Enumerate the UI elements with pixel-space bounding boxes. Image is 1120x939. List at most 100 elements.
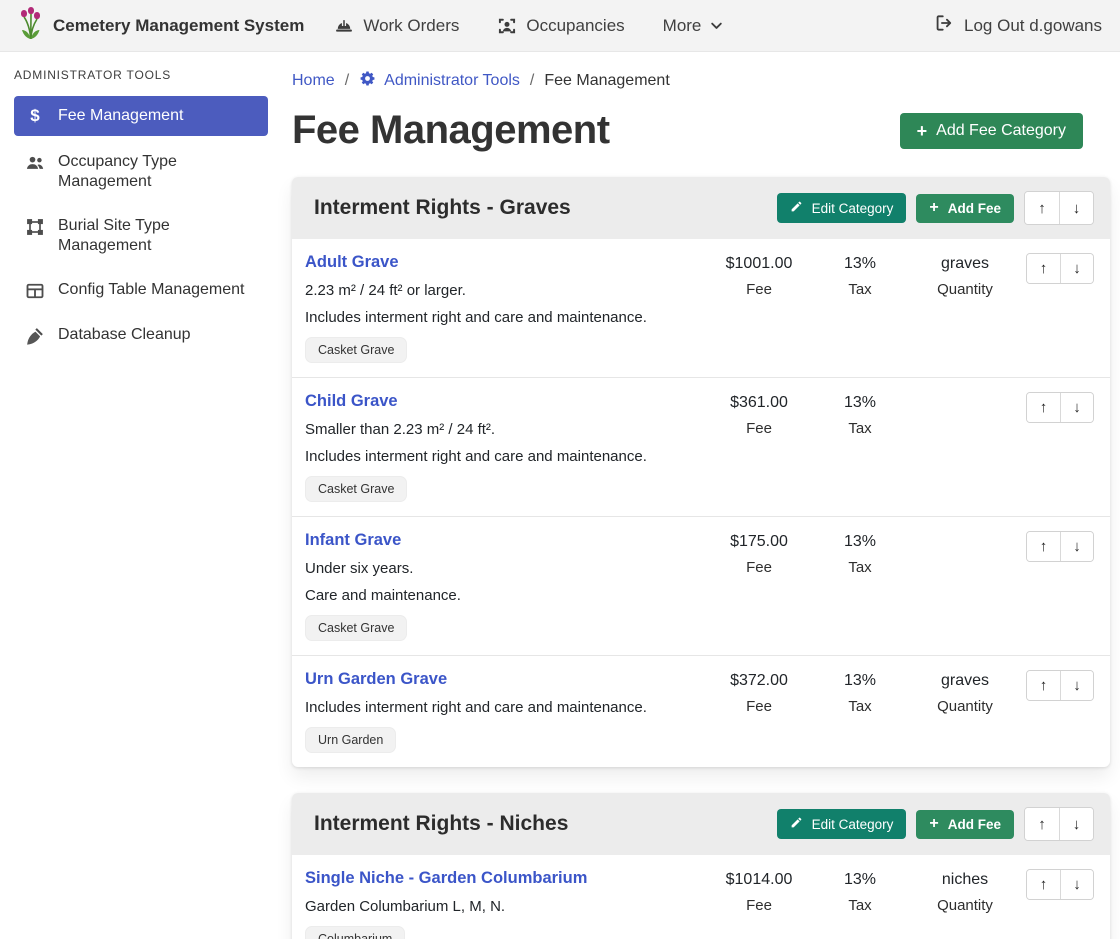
nav-item-more[interactable]: More xyxy=(663,16,724,36)
category-header: Interment Rights - Graves Edit Category … xyxy=(292,177,1110,239)
fee-amount-cell: $1001.00 Fee xyxy=(704,253,814,298)
add-fee-button[interactable]: + Add Fee xyxy=(916,194,1014,223)
breadcrumb-admin-tools-link[interactable]: Administrator Tools xyxy=(359,70,520,92)
edit-category-label: Edit Category xyxy=(812,201,894,216)
fee-amount-cell: $361.00 Fee xyxy=(704,392,814,437)
fee-row: Adult Grave 2.23 m² / 24 ft² or larger. … xyxy=(292,239,1110,377)
add-fee-button[interactable]: + Add Fee xyxy=(916,810,1014,839)
move-category-down-button[interactable]: ↓ xyxy=(1059,808,1093,840)
gear-icon xyxy=(359,70,376,92)
move-fee-down-button[interactable]: ↓ xyxy=(1060,254,1093,283)
sidebar-heading: ADMINISTRATOR TOOLS xyxy=(14,68,268,82)
sidebar-item-fee-management[interactable]: $ Fee Management xyxy=(14,96,268,136)
fee-reorder-group: ↑ ↓ xyxy=(1026,531,1094,562)
fee-amount-cell: $1014.00 Fee xyxy=(704,869,814,914)
fee-description-2: Includes interment right and care and ma… xyxy=(305,309,694,326)
logout-button[interactable]: Log Out d.gowans xyxy=(934,13,1102,38)
quantity-value: graves xyxy=(906,672,1024,690)
fee-row: Urn Garden Grave Includes interment righ… xyxy=(292,655,1110,767)
tax-value: 13% xyxy=(814,255,906,273)
move-fee-up-button[interactable]: ↑ xyxy=(1027,254,1060,283)
breadcrumb: Home / Administrator Tools / Fee Managem… xyxy=(292,70,1110,92)
category-title: Interment Rights - Graves xyxy=(314,196,767,220)
fee-name-link[interactable]: Child Grave xyxy=(305,392,398,411)
tax-cell: 13% Tax xyxy=(814,531,906,576)
fee-description-1: Includes interment right and care and ma… xyxy=(305,699,694,716)
move-fee-down-button[interactable]: ↓ xyxy=(1060,870,1093,899)
tax-cell: 13% Tax xyxy=(814,670,906,715)
move-fee-up-button[interactable]: ↑ xyxy=(1027,532,1060,561)
fee-info: Urn Garden Grave Includes interment righ… xyxy=(305,670,704,753)
fee-amount-value: $372.00 xyxy=(704,672,814,690)
tax-label: Tax xyxy=(814,698,906,715)
move-fee-up-button[interactable]: ↑ xyxy=(1027,870,1060,899)
edit-category-button[interactable]: Edit Category xyxy=(777,809,907,839)
fee-reorder-group: ↑ ↓ xyxy=(1026,253,1094,284)
fee-description-1: Garden Columbarium L, M, N. xyxy=(305,898,694,915)
move-fee-down-button[interactable]: ↓ xyxy=(1060,671,1093,700)
fee-amount-label: Fee xyxy=(704,559,814,576)
tax-label: Tax xyxy=(814,281,906,298)
move-category-down-button[interactable]: ↓ xyxy=(1059,192,1093,224)
quantity-cell: graves Quantity xyxy=(906,670,1024,715)
fee-description-1: Smaller than 2.23 m² / 24 ft². xyxy=(305,421,694,438)
sidebar-item-label: Burial Site Type Management xyxy=(58,216,258,256)
fee-tag-badge: Urn Garden xyxy=(305,727,396,753)
move-fee-down-button[interactable]: ↓ xyxy=(1060,532,1093,561)
category-reorder-group: ↑ ↓ xyxy=(1024,807,1094,841)
nav-item-occupancies[interactable]: Occupancies xyxy=(497,16,624,36)
nav-item-work-orders[interactable]: Work Orders xyxy=(334,16,459,36)
tax-label: Tax xyxy=(814,897,906,914)
user-frame-icon xyxy=(497,16,517,36)
sidebar-item-config-table-management[interactable]: Config Table Management xyxy=(14,272,268,309)
nav-links: Work Orders Occupancies More xyxy=(334,16,723,36)
fee-description-1: 2.23 m² / 24 ft² or larger. xyxy=(305,282,694,299)
move-fee-up-button[interactable]: ↑ xyxy=(1027,393,1060,422)
fee-name-link[interactable]: Adult Grave xyxy=(305,253,399,272)
fee-reorder-cell: ↑ ↓ xyxy=(1024,670,1094,701)
page-title: Fee Management xyxy=(292,108,610,153)
fee-tag-badge: Columbarium xyxy=(305,926,405,939)
table-icon xyxy=(24,281,46,301)
sign-out-icon xyxy=(934,13,954,38)
fee-name-link[interactable]: Infant Grave xyxy=(305,531,401,550)
breadcrumb-current: Fee Management xyxy=(544,72,669,90)
add-fee-label: Add Fee xyxy=(948,817,1001,832)
category-header: Interment Rights - Niches Edit Category … xyxy=(292,793,1110,855)
sidebar-item-burial-site-type-management[interactable]: Burial Site Type Management xyxy=(14,208,268,264)
quantity-cell: graves Quantity xyxy=(906,253,1024,298)
sidebar-item-label: Config Table Management xyxy=(58,280,245,300)
breadcrumb-admin-tools-label: Administrator Tools xyxy=(384,72,520,90)
sidebar-item-occupancy-type-management[interactable]: Occupancy Type Management xyxy=(14,144,268,200)
plus-icon: + xyxy=(929,201,938,215)
nav-label: Work Orders xyxy=(363,16,459,36)
nav-label: More xyxy=(663,16,702,36)
app-title: Cemetery Management System xyxy=(53,16,304,36)
move-fee-up-button[interactable]: ↑ xyxy=(1027,671,1060,700)
tax-cell: 13% Tax xyxy=(814,869,906,914)
move-fee-down-button[interactable]: ↓ xyxy=(1060,393,1093,422)
tax-cell: 13% Tax xyxy=(814,253,906,298)
add-fee-label: Add Fee xyxy=(948,201,1001,216)
fee-description-2: Care and maintenance. xyxy=(305,587,694,604)
nav-label: Occupancies xyxy=(526,16,624,36)
move-category-up-button[interactable]: ↑ xyxy=(1025,192,1059,224)
fee-amount-label: Fee xyxy=(704,897,814,914)
sidebar-item-database-cleanup[interactable]: Database Cleanup xyxy=(14,317,268,354)
sidebar: ADMINISTRATOR TOOLS $ Fee Management Occ… xyxy=(0,52,280,939)
breadcrumb-home-link[interactable]: Home xyxy=(292,72,335,90)
move-category-up-button[interactable]: ↑ xyxy=(1025,808,1059,840)
edit-category-button[interactable]: Edit Category xyxy=(777,193,907,223)
fee-amount-label: Fee xyxy=(704,420,814,437)
fee-name-link[interactable]: Single Niche - Garden Columbarium xyxy=(305,869,587,888)
add-fee-category-button[interactable]: + Add Fee Category xyxy=(900,113,1083,149)
fee-reorder-group: ↑ ↓ xyxy=(1026,869,1094,900)
fee-name-link[interactable]: Urn Garden Grave xyxy=(305,670,447,689)
quantity-label: Quantity xyxy=(906,897,1024,914)
fee-amount-value: $175.00 xyxy=(704,533,814,551)
plus-icon: + xyxy=(929,817,938,831)
plus-icon: + xyxy=(917,124,928,138)
tax-label: Tax xyxy=(814,559,906,576)
users-icon xyxy=(24,153,46,173)
pencil-icon xyxy=(790,200,803,216)
